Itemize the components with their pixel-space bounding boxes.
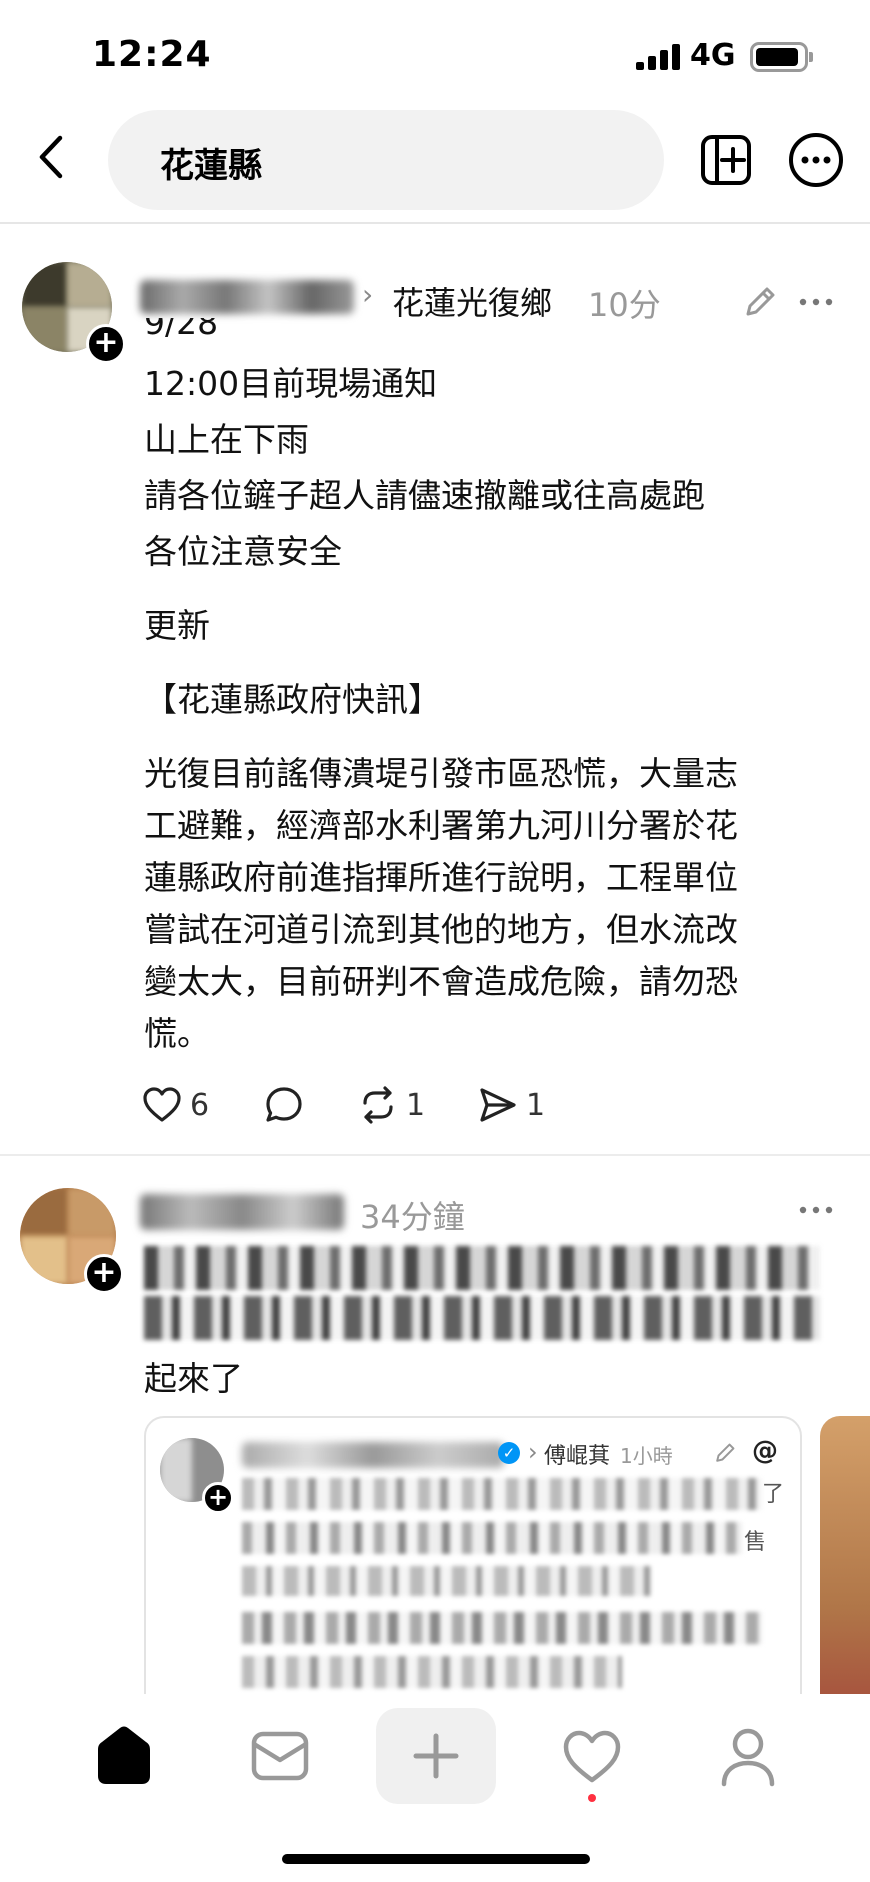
like-button[interactable]: 6 — [142, 1080, 209, 1130]
bulletin-title: 【花蓮縣政府快訊】 — [144, 680, 441, 719]
signal-icon — [636, 44, 680, 70]
heart-icon[interactable] — [552, 1716, 632, 1796]
repost-icon — [363, 1086, 393, 1124]
follow-plus-icon[interactable]: + — [84, 1254, 124, 1294]
quoted-author-tag: 傅崐萁 — [544, 1444, 611, 1469]
follow-plus-icon[interactable]: + — [86, 324, 126, 364]
verified-badge-icon: ✓ — [498, 1442, 520, 1464]
share-button[interactable]: 1 — [478, 1080, 545, 1130]
send-icon — [480, 1088, 516, 1122]
repost-count: 1 — [406, 1087, 426, 1123]
chevron-left-icon[interactable] — [28, 132, 78, 182]
post-line: 12:00目前現場通知 — [144, 364, 438, 403]
post-line: 山上在下雨 — [144, 420, 309, 459]
post-text-fragment: 起來了 — [144, 1359, 243, 1398]
bulletin-line: 工避難，經濟部水利署第九河川分署於花 — [144, 806, 738, 845]
quoted-fragment: 售 — [744, 1530, 767, 1555]
bulletin-line: 變太大，目前研判不會造成危險，請勿恐 — [144, 962, 738, 1001]
follow-plus-icon: + — [202, 1482, 234, 1514]
new-post-button[interactable] — [376, 1708, 496, 1804]
quoted-body-redacted — [242, 1656, 622, 1688]
bulletin-line: 光復目前謠傳潰堤引發市區恐慌，大量志 — [144, 754, 738, 793]
quoted-body-redacted — [242, 1478, 762, 1510]
bulletin-line: 嘗試在河道引流到其他的地方，但水流改 — [144, 910, 738, 949]
bulletin-line: 慌。 — [144, 1014, 210, 1053]
post-time: 34分鐘 — [360, 1198, 465, 1236]
username-redacted[interactable] — [140, 1194, 344, 1230]
username-redacted — [242, 1442, 504, 1468]
battery-cap — [809, 52, 813, 62]
home-icon[interactable] — [84, 1716, 164, 1796]
network-type: 4G — [690, 38, 736, 73]
chevron-right-icon: › — [528, 1438, 538, 1466]
post-line: 請各位鏟子超人請儘速撤離或往高處跑 — [144, 476, 705, 515]
username-redacted[interactable] — [140, 280, 354, 314]
more-horizontal-icon[interactable] — [796, 1190, 836, 1230]
more-circle-icon[interactable] — [788, 132, 844, 188]
plus-icon — [413, 1733, 459, 1779]
update-label: 更新 — [144, 606, 210, 645]
quoted-body-redacted — [242, 1522, 742, 1554]
like-count: 6 — [190, 1087, 210, 1123]
inbox-icon[interactable] — [240, 1716, 320, 1796]
search-input[interactable]: 花蓮縣 — [108, 110, 664, 210]
search-header: 花蓮縣 — [0, 104, 870, 224]
pencil-icon — [746, 287, 775, 316]
post-line: 各位注意安全 — [144, 532, 342, 571]
bottom-tab-bar — [0, 1694, 870, 1882]
more-horizontal-icon[interactable] — [796, 282, 836, 322]
comment-icon — [266, 1087, 302, 1122]
quoted-time: 1小時 — [620, 1444, 673, 1468]
post-body-redacted — [144, 1246, 820, 1290]
quoted-body-redacted — [242, 1566, 652, 1596]
media-thumbnail[interactable] — [820, 1416, 870, 1694]
post-actions: 6 1 1 — [142, 1080, 742, 1130]
repost-button[interactable]: 1 — [358, 1080, 425, 1130]
status-time: 12:24 — [92, 34, 212, 75]
status-bar: 12:24 4G — [0, 0, 870, 104]
comment-button[interactable] — [264, 1080, 304, 1130]
notification-dot — [588, 1794, 596, 1802]
quoted-post-card[interactable]: + ✓ › 傅崐萁 1小時 @ 了 售 — [144, 1416, 802, 1694]
add-square-icon[interactable] — [700, 134, 752, 186]
home-indicator — [282, 1854, 590, 1864]
battery-icon — [750, 42, 808, 72]
bulletin-line: 蓮縣政府前進指揮所進行說明，工程單位 — [144, 858, 738, 897]
threads-logo-icon: @ — [752, 1436, 778, 1466]
post-2[interactable]: + 34分鐘 起來了 + ✓ › 傅崐萁 1小時 @ 了 售 — [0, 1158, 870, 1694]
post-1[interactable]: + › 花蓮光復鄉 10分 9/28 12:00目前現場通知 山上在下雨 請各位… — [0, 226, 870, 1156]
chevron-right-icon: › — [362, 278, 374, 311]
quoted-body-redacted — [242, 1612, 762, 1644]
post-body: 9/28 12:00目前現場通知 山上在下雨 請各位鏟子超人請儘速撤離或往高處跑… — [144, 318, 738, 1060]
search-query: 花蓮縣 — [160, 146, 262, 186]
post-body-redacted — [144, 1296, 820, 1340]
heart-icon — [143, 1087, 181, 1122]
share-count: 1 — [526, 1087, 546, 1123]
post-line: 9/28 — [144, 318, 219, 342]
profile-icon[interactable] — [708, 1716, 788, 1796]
quoted-fragment: 了 — [762, 1482, 785, 1507]
pencil-icon — [716, 1443, 735, 1462]
